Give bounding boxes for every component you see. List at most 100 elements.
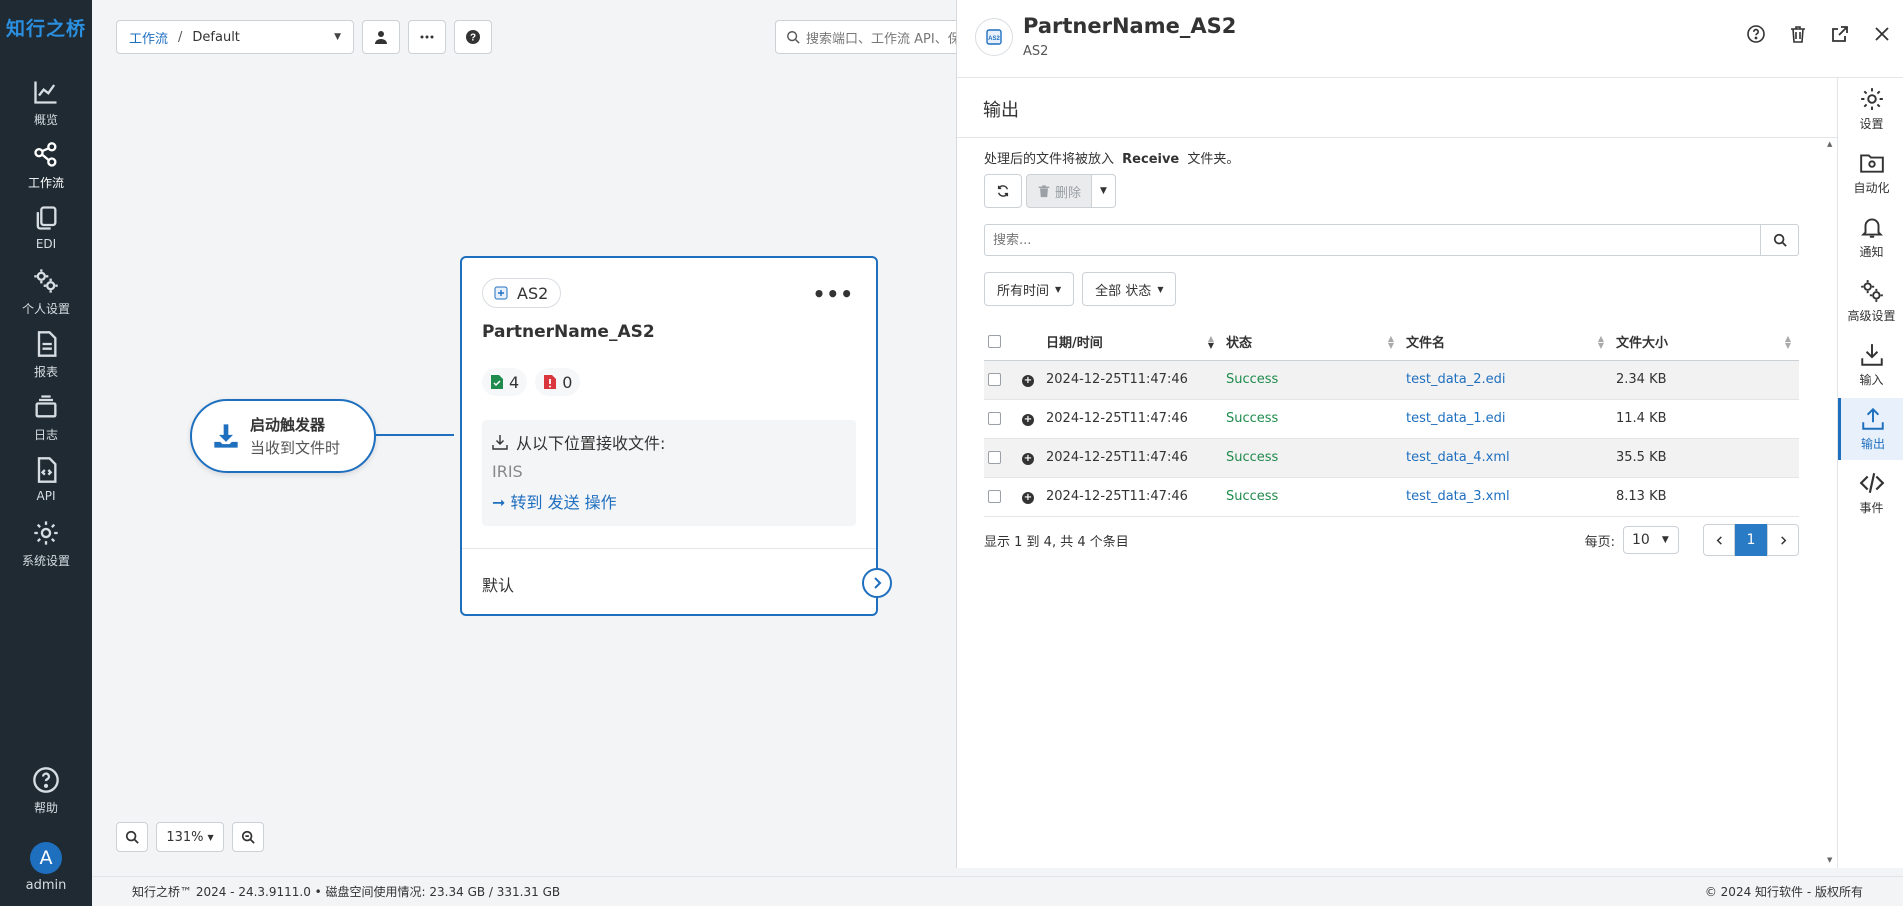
page-button-current[interactable]: 1: [1735, 524, 1767, 556]
tab-automation[interactable]: 自动化: [1838, 142, 1903, 204]
row-checkbox[interactable]: [988, 373, 1001, 386]
user-icon: [375, 31, 387, 44]
ellipsis-icon: [420, 35, 434, 39]
user-name: admin: [25, 878, 67, 893]
filename-link[interactable]: test_data_2.edi: [1402, 360, 1612, 400]
column-header-datetime[interactable]: 日期/时间 ▲ ▼: [1042, 324, 1222, 361]
next-page-button[interactable]: [1767, 524, 1799, 556]
close-icon[interactable]: [1872, 24, 1892, 44]
file-check-icon: [491, 375, 503, 389]
output-folder-info: 处理后的文件将被放入 Receive 文件夹。: [984, 148, 1239, 167]
trigger-subtitle: 当收到文件时: [250, 439, 341, 457]
question-circle-icon: ?: [466, 30, 480, 44]
sort-icon: ▲ ▼: [1207, 334, 1214, 350]
tab-notifications[interactable]: 通知: [1838, 206, 1903, 268]
select-all-checkbox[interactable]: [988, 335, 1001, 349]
next-route-button[interactable]: [862, 568, 892, 598]
card-more-icon[interactable]: •••: [813, 282, 854, 306]
table-filters: 所有时间 ▼ 全部 状态 ▼: [984, 272, 1177, 306]
nav-item-edi[interactable]: EDI: [0, 204, 92, 251]
row-checkbox[interactable]: [988, 490, 1001, 503]
status-filter-dropdown[interactable]: 全部 状态 ▼: [1082, 272, 1177, 306]
success-count: 4: [509, 372, 520, 392]
nav-item-personal-settings[interactable]: 个人设置: [0, 267, 92, 317]
workflow-canvas[interactable]: 工作流 / Default ▼ ? 搜索端口、工作流 API、保 启动触发器 当…: [92, 0, 956, 868]
chevron-right-icon: [874, 577, 882, 589]
breadcrumb-link[interactable]: 工作流: [129, 28, 168, 47]
nav-item-overview[interactable]: 概览: [0, 78, 92, 128]
table-row[interactable]: + 2024-12-25T11:47:46 Success test_data_…: [984, 360, 1799, 400]
column-header-filesize[interactable]: 文件大小 ▲ ▼: [1612, 324, 1799, 361]
error-count-badge[interactable]: 0: [535, 368, 581, 396]
goto-send-link[interactable]: ➞ 转到 发送 操作: [492, 489, 846, 513]
zoom-level-dropdown[interactable]: 131% ▼: [156, 822, 224, 852]
help-icon[interactable]: [1746, 24, 1766, 44]
nav-item-reports[interactable]: 报表: [0, 330, 92, 380]
row-expand-cell: +: [1018, 438, 1042, 478]
column-header-filename[interactable]: 文件名 ▲ ▼: [1402, 324, 1612, 361]
column-header-status[interactable]: 状态 ▲ ▼: [1222, 324, 1402, 361]
more-button[interactable]: [408, 20, 446, 54]
nav-item-workflow[interactable]: 工作流: [0, 141, 92, 191]
row-expand-cell: +: [1018, 399, 1042, 439]
pager-summary: 显示 1 到 4, 共 4 个条目: [984, 534, 1129, 550]
tab-advanced-settings[interactable]: 高级设置: [1838, 270, 1903, 332]
scroll-up-icon[interactable]: ▲: [1827, 140, 1832, 148]
table-search-button[interactable]: [1761, 224, 1799, 256]
filename-link[interactable]: test_data_3.xml: [1402, 477, 1612, 517]
trash-icon[interactable]: [1788, 24, 1808, 44]
zoom-out-button[interactable]: [232, 822, 264, 852]
section-divider: [957, 137, 1837, 138]
nav-item-system-settings[interactable]: 系统设置: [0, 519, 92, 569]
scroll-down-icon[interactable]: ▼: [1827, 856, 1832, 864]
tab-events[interactable]: 事件: [1838, 462, 1903, 524]
filename-link[interactable]: test_data_1.edi: [1402, 399, 1612, 439]
brand-logo[interactable]: 知行之桥: [0, 0, 92, 54]
row-checkbox[interactable]: [988, 451, 1001, 464]
refresh-button[interactable]: [984, 174, 1022, 208]
workspace-selector[interactable]: 工作流 / Default ▼: [116, 20, 354, 54]
table-row[interactable]: + 2024-12-25T11:47:46 Success test_data_…: [984, 399, 1799, 439]
canvas-search-input[interactable]: 搜索端口、工作流 API、保: [775, 20, 956, 54]
success-count-badge[interactable]: 4: [482, 368, 528, 396]
as2-connector-card[interactable]: AS2 ••• PartnerName_AS2 4 0 从以下位置接收文件: I…: [460, 256, 892, 616]
table-row[interactable]: + 2024-12-25T11:47:46 Success test_data_…: [984, 477, 1799, 517]
user-button[interactable]: [362, 20, 400, 54]
table-toolbar: 删除 ▼: [984, 174, 1116, 208]
info-suffix: 文件夹。: [1187, 152, 1240, 167]
tab-label: 输出: [1860, 437, 1885, 451]
expand-row-icon[interactable]: +: [1022, 375, 1034, 387]
row-select-cell: [984, 399, 1018, 439]
per-page-select[interactable]: 10 ▼: [1623, 526, 1679, 554]
time-filter-dropdown[interactable]: 所有时间 ▼: [984, 272, 1075, 306]
table-row[interactable]: + 2024-12-25T11:47:46 Success test_data_…: [984, 438, 1799, 478]
tab-output[interactable]: 输出: [1838, 398, 1903, 460]
panel-scrollbar[interactable]: ▲ ▼: [1825, 140, 1835, 868]
as2-logo-icon: AS2: [975, 18, 1013, 56]
expand-row-icon[interactable]: +: [1022, 453, 1034, 465]
zoom-in-button[interactable]: [116, 822, 148, 852]
expand-header-cell: [1018, 324, 1042, 361]
time-filter-label: 所有时间: [997, 283, 1050, 299]
trigger-node[interactable]: 启动触发器 当收到文件时: [190, 399, 376, 473]
external-link-icon[interactable]: [1830, 24, 1850, 44]
expand-row-icon[interactable]: +: [1022, 414, 1034, 426]
filename-link[interactable]: test_data_4.xml: [1402, 438, 1612, 478]
nav-item-help[interactable]: 帮助: [0, 766, 92, 816]
delete-button[interactable]: 删除: [1026, 174, 1092, 208]
delete-dropdown-button[interactable]: ▼: [1092, 174, 1116, 208]
tab-input[interactable]: 输入: [1838, 334, 1903, 396]
prev-page-button[interactable]: [1703, 524, 1735, 556]
help-button[interactable]: ?: [454, 20, 492, 54]
per-page-label: 每页:: [1584, 534, 1615, 550]
tab-settings[interactable]: 设置: [1838, 78, 1903, 140]
expand-row-icon[interactable]: +: [1022, 492, 1034, 504]
nav-item-api[interactable]: API: [0, 456, 92, 503]
nav-item-logs[interactable]: 日志: [0, 393, 92, 443]
status-cell: Success: [1222, 360, 1402, 400]
datetime-cell: 2024-12-25T11:47:46: [1042, 360, 1222, 400]
user-menu[interactable]: A admin: [0, 842, 92, 893]
table-search-input[interactable]: [984, 224, 1761, 256]
row-checkbox[interactable]: [988, 412, 1001, 425]
refresh-icon: [997, 185, 1009, 197]
